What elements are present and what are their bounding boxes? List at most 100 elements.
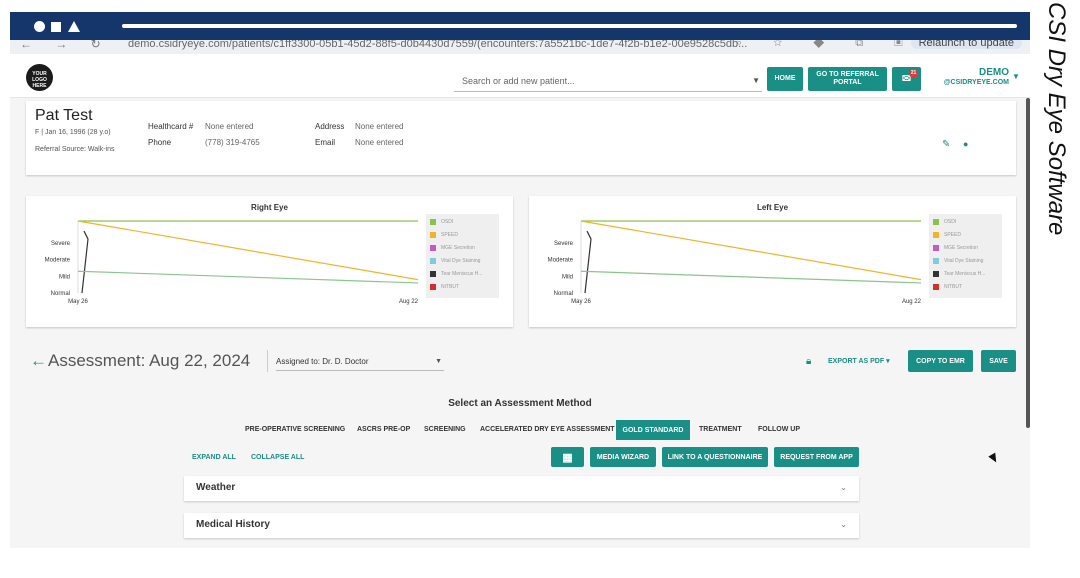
tab-accelerated-dry-eye[interactable]: ACCELERATED DRY EYE ASSESSMENT bbox=[480, 426, 615, 433]
referral-portal-button[interactable]: GO TO REFERRAL PORTAL bbox=[808, 67, 887, 91]
home-button[interactable]: HOME bbox=[767, 67, 803, 91]
tab-pre-operative-screening[interactable]: PRE-OPERATIVE SCREENING bbox=[245, 426, 345, 433]
qr-code-button[interactable]: ▦ bbox=[551, 447, 584, 467]
legend-swatch bbox=[933, 257, 939, 264]
address-label: Address bbox=[315, 122, 345, 131]
legend-item[interactable]: SPEED bbox=[430, 231, 458, 239]
section-medical-history[interactable]: Medical History ⌄ bbox=[184, 513, 859, 538]
tab-gold-standard[interactable]: GOLD STANDARD bbox=[616, 420, 690, 440]
link-questionnaire-button[interactable]: LINK TO A QUESTIONNAIRE bbox=[662, 447, 768, 467]
y-tick-label: Moderate bbox=[548, 258, 574, 264]
referral-source: Referral Source: Walk-ins bbox=[35, 146, 115, 153]
email-value: None entered bbox=[355, 138, 404, 147]
legend-swatch bbox=[430, 218, 436, 225]
legend-item[interactable]: Tear Meniscus H... bbox=[933, 270, 985, 278]
app-header: YOUR LOGO HERE Search or add new patient… bbox=[10, 54, 1030, 98]
legend-swatch bbox=[430, 244, 436, 251]
legend-label: NITBUT bbox=[944, 284, 963, 290]
section-weather[interactable]: Weather ⌄ bbox=[184, 476, 859, 501]
chart-legend: OSDI SPEED MGE Secretion Vital Dye Staining… bbox=[929, 214, 1002, 298]
legend-swatch bbox=[430, 231, 436, 238]
browser-nav-icons[interactable]: ← → ↻ bbox=[20, 40, 111, 51]
tab-screening[interactable]: SCREENING bbox=[424, 426, 466, 433]
legend-swatch bbox=[933, 283, 939, 290]
edit-pencil-icon[interactable]: ✎ bbox=[942, 139, 950, 150]
legend-label: Vital Dye Staining bbox=[944, 258, 984, 264]
window-titlebar bbox=[10, 12, 1030, 40]
divider bbox=[267, 350, 268, 372]
legend-item[interactable]: MGE Secretion bbox=[430, 244, 475, 252]
tab-follow-up[interactable]: FOLLOW UP bbox=[758, 426, 800, 433]
section-title: Weather bbox=[196, 482, 236, 493]
tab-ascrs-pre-op[interactable]: ASCRS PRE-OP bbox=[357, 426, 410, 433]
legend-item[interactable]: NITBUT bbox=[430, 283, 459, 291]
scrollbar[interactable] bbox=[1026, 98, 1030, 428]
chevron-down-icon: ▼ bbox=[752, 76, 760, 85]
series-line bbox=[77, 270, 419, 284]
legend-swatch bbox=[430, 283, 436, 290]
relaunch-button[interactable]: Relaunch to update bbox=[910, 40, 1022, 49]
x-tick-label: May 26 bbox=[571, 299, 591, 305]
export-pdf-button[interactable]: EXPORT AS PDF ▾ bbox=[828, 357, 890, 365]
person-icon[interactable]: ● bbox=[963, 139, 968, 149]
screen: CSI Dry Eye Software ← → ↻ demo.csidryey… bbox=[0, 0, 1080, 578]
mail-button[interactable]: ✉ 21 bbox=[892, 67, 921, 91]
series-line bbox=[77, 220, 419, 281]
triangle-icon[interactable] bbox=[68, 21, 80, 32]
legend-label: MGE Secretion bbox=[441, 245, 475, 251]
square-icon[interactable] bbox=[51, 22, 61, 32]
lock-icon[interactable]: 🔒︎ bbox=[806, 356, 811, 367]
legend-label: NITBUT bbox=[441, 284, 460, 290]
phone-value: (778) 319-4765 bbox=[205, 138, 260, 147]
legend-label: SPEED bbox=[441, 232, 458, 238]
back-arrow-icon[interactable]: ← bbox=[30, 351, 47, 371]
legend-label: OSDI bbox=[441, 219, 454, 225]
chevron-down-icon: ▼ bbox=[435, 358, 442, 365]
assigned-select[interactable]: Assigned to: Dr. D. Doctor ▼ bbox=[276, 355, 444, 371]
left-eye-chart: Left Eye Normal Mild Moderate Severe May 26 A… bbox=[529, 196, 1016, 327]
save-button[interactable]: SAVE bbox=[981, 350, 1016, 372]
legend-item[interactable]: OSDI bbox=[430, 218, 453, 226]
legend-item[interactable]: NITBUT bbox=[933, 283, 962, 291]
side-caption: CSI Dry Eye Software bbox=[1036, 2, 1076, 264]
chevron-down-icon: ⌄ bbox=[840, 520, 847, 529]
media-wizard-button[interactable]: MEDIA WIZARD bbox=[590, 447, 656, 467]
assessment-title: Assessment: Aug 22, 2024 bbox=[48, 351, 251, 370]
circle-icon[interactable] bbox=[34, 21, 45, 32]
legend-item[interactable]: OSDI bbox=[933, 218, 956, 226]
legend-swatch bbox=[430, 257, 436, 264]
series-line bbox=[584, 230, 592, 294]
section-title: Medical History bbox=[196, 519, 270, 530]
legend-label: OSDI bbox=[944, 219, 957, 225]
y-tick-label: Severe bbox=[554, 241, 574, 247]
legend-item[interactable]: MGE Secretion bbox=[933, 244, 978, 252]
titlebar-line bbox=[122, 24, 1017, 28]
legend-item[interactable]: Vital Dye Staining bbox=[933, 257, 983, 265]
legend-item[interactable]: SPEED bbox=[933, 231, 961, 239]
address-value: None entered bbox=[355, 122, 404, 131]
browser-url-bar: ← → ↻ demo.csidryeye.com/patients/c1ff33… bbox=[10, 40, 1030, 54]
right-eye-chart: Right Eye Normal Mild Moderate Severe May 26… bbox=[26, 196, 513, 327]
request-from-app-button[interactable]: REQUEST FROM APP bbox=[774, 447, 859, 467]
patient-name: Pat Test bbox=[35, 107, 93, 124]
x-tick-label: Aug 22 bbox=[399, 299, 419, 305]
copy-to-emr-button[interactable]: COPY TO EMR bbox=[908, 350, 973, 372]
patient-search-input[interactable]: Search or add new patient... ▼ bbox=[454, 72, 762, 92]
user-email[interactable]: @CSIDRYEYE.COM bbox=[935, 79, 1009, 86]
qr-code-icon: ▦ bbox=[562, 451, 573, 464]
user-name[interactable]: DEMO bbox=[945, 67, 1009, 78]
legend-label: Vital Dye Staining bbox=[441, 258, 481, 264]
url-text[interactable]: demo.csidryeye.com/patients/c1ff3300-05b… bbox=[128, 40, 747, 50]
legend-item[interactable]: Tear Meniscus H... bbox=[430, 270, 482, 278]
expand-all-link[interactable]: EXPAND ALL bbox=[192, 454, 236, 461]
legend-item[interactable]: Vital Dye Staining bbox=[430, 257, 480, 265]
phone-label: Phone bbox=[148, 138, 172, 147]
y-tick-label: Normal bbox=[554, 291, 573, 297]
tab-treatment[interactable]: TREATMENT bbox=[699, 426, 742, 433]
collapse-all-link[interactable]: COLLAPSE ALL bbox=[251, 454, 304, 461]
user-menu-caret-icon[interactable]: ▼ bbox=[1012, 72, 1020, 81]
mail-badge: 21 bbox=[909, 69, 918, 78]
logo[interactable]: YOUR LOGO HERE bbox=[26, 64, 53, 91]
patient-card: Pat Test F | Jan 16, 1996 (28 y.o) Refer… bbox=[26, 101, 1016, 175]
series-line bbox=[81, 230, 89, 294]
